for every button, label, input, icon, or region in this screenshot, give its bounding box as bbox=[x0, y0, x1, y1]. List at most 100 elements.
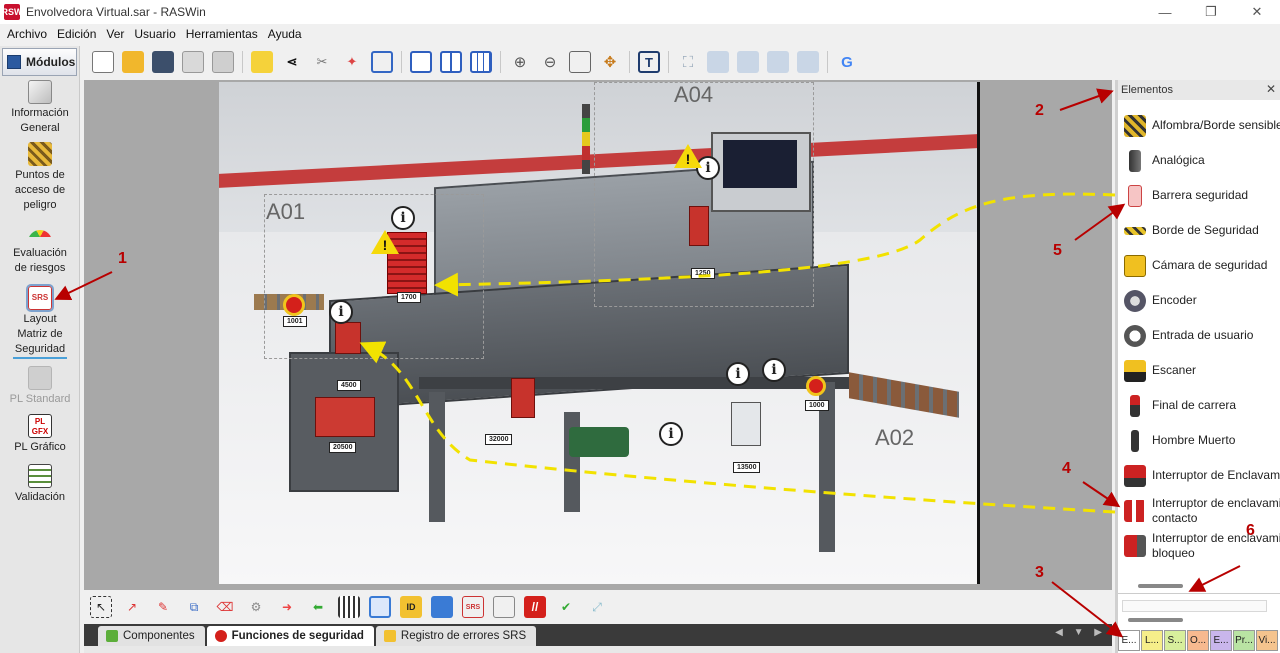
element-encoder[interactable]: Encoder bbox=[1118, 283, 1280, 318]
info-icon[interactable]: i bbox=[391, 206, 415, 230]
delete-logic-icon[interactable]: ⌫ bbox=[214, 596, 236, 618]
element-alfombra[interactable]: Alfombra/Borde sensible bbox=[1118, 108, 1280, 143]
machine-scene[interactable]: A01 A04 A02 1700 1250 1001 4500 20500 32… bbox=[219, 82, 977, 584]
multi-view-icon[interactable] bbox=[470, 51, 492, 73]
zoom-out-icon[interactable]: ⊖ bbox=[539, 51, 561, 73]
element-camara-seguridad[interactable]: Cámara de seguridad bbox=[1118, 248, 1280, 283]
document-icon[interactable] bbox=[493, 596, 515, 618]
elements-horizontal-scrollbar[interactable] bbox=[1138, 584, 1183, 588]
info-icon[interactable]: i bbox=[659, 422, 683, 446]
single-view-icon[interactable] bbox=[410, 51, 432, 73]
tab-componentes[interactable]: Componentes bbox=[98, 626, 205, 646]
palette-tab[interactable]: S... bbox=[1164, 630, 1186, 651]
split-view-icon[interactable] bbox=[440, 51, 462, 73]
safety-relay-device[interactable] bbox=[315, 397, 375, 437]
tools-icon[interactable]: ✂ bbox=[311, 51, 333, 73]
frame-rail bbox=[419, 377, 849, 389]
element-entrada-usuario[interactable]: Entrada de usuario bbox=[1118, 318, 1280, 353]
palette-tab[interactable]: Pr... bbox=[1233, 630, 1255, 651]
report-icon[interactable] bbox=[431, 596, 453, 618]
element-label: Analógica bbox=[1152, 153, 1205, 167]
open-folder-icon[interactable] bbox=[122, 51, 144, 73]
tab-scroll-arrows[interactable]: ◀ ▼ ▶ bbox=[1055, 627, 1106, 638]
copy-logic-icon[interactable]: ⧉ bbox=[183, 596, 205, 618]
info-icon[interactable]: i bbox=[329, 300, 353, 324]
element-barrera-seguridad[interactable]: Barrera seguridad bbox=[1118, 178, 1280, 213]
restore-button[interactable]: ❐ bbox=[1188, 0, 1234, 24]
elements-title: Elementos bbox=[1121, 84, 1173, 96]
srs-layout-icon: SRS bbox=[26, 284, 54, 312]
close-icon[interactable]: ✕ bbox=[1266, 82, 1276, 96]
guardlock-device[interactable] bbox=[511, 378, 535, 418]
align-top-icon bbox=[767, 51, 789, 73]
close-button[interactable]: ✕ bbox=[1234, 0, 1280, 24]
module-pl-grafico[interactable]: PL GFX PL Gráfico bbox=[0, 414, 80, 455]
paste-icon[interactable] bbox=[212, 51, 234, 73]
select-arrow-icon[interactable]: ↖ bbox=[90, 596, 112, 618]
elements-search-box[interactable] bbox=[1122, 600, 1267, 612]
grid-snap-icon[interactable] bbox=[369, 596, 391, 618]
palette-scrollbar[interactable] bbox=[1128, 618, 1183, 622]
module-validacion[interactable]: Validación bbox=[0, 464, 80, 505]
minimize-button[interactable]: — bbox=[1142, 0, 1188, 24]
menu-edicion[interactable]: Edición bbox=[52, 27, 101, 41]
connect-logic-icon[interactable]: ↗ bbox=[121, 596, 143, 618]
id-tag-icon[interactable]: ID bbox=[400, 596, 422, 618]
menu-usuario[interactable]: Usuario bbox=[129, 27, 180, 41]
copy-icon[interactable] bbox=[182, 51, 204, 73]
palette-tab[interactable]: Vi... bbox=[1256, 630, 1278, 651]
status-strip bbox=[84, 646, 1112, 653]
menu-ayuda[interactable]: Ayuda bbox=[263, 27, 307, 41]
pan-icon[interactable]: ✥ bbox=[599, 51, 621, 73]
menu-archivo[interactable]: Archivo bbox=[2, 27, 52, 41]
palette-tab[interactable]: L... bbox=[1141, 630, 1163, 651]
share-nodes-icon[interactable]: ⋖ bbox=[281, 51, 303, 73]
info-icon[interactable]: i bbox=[726, 362, 750, 386]
encoder-icon bbox=[1124, 289, 1146, 312]
text-tool-icon[interactable]: T bbox=[638, 51, 660, 73]
zoom-fit-icon[interactable] bbox=[569, 51, 591, 73]
palette-tab[interactable]: O... bbox=[1187, 630, 1209, 651]
element-analogica[interactable]: Analógica bbox=[1118, 143, 1280, 178]
element-interruptor-enclavamiento[interactable]: Interruptor de Enclavami bbox=[1118, 458, 1280, 493]
zone-label-a01: A01 bbox=[266, 199, 306, 224]
google-icon[interactable]: G bbox=[836, 51, 858, 73]
element-interruptor-bloqueo[interactable]: Interruptor de enclavami bloqueo bbox=[1118, 528, 1280, 563]
module-puntos-acceso[interactable]: Puntos de acceso de peligro bbox=[0, 142, 80, 213]
element-borde-seguridad[interactable]: Borde de Seguridad bbox=[1118, 213, 1280, 248]
pl-graph-icon: PL GFX bbox=[28, 414, 52, 438]
module-evaluacion-riesgos[interactable]: Evaluación de riesgos bbox=[0, 222, 80, 276]
tab-registro-errores[interactable]: Registro de errores SRS bbox=[375, 626, 537, 646]
palette-tab[interactable]: E... bbox=[1210, 630, 1232, 651]
no-display-icon[interactable] bbox=[371, 51, 393, 73]
element-final-carrera[interactable]: Final de carrera bbox=[1118, 388, 1280, 423]
connect-edit-icon[interactable]: ✎ bbox=[152, 596, 174, 618]
save-icon[interactable] bbox=[152, 51, 174, 73]
checklist-edit-icon[interactable]: ✔ bbox=[555, 596, 577, 618]
module-layout-matriz[interactable]: SRS Layout Matriz de Seguridad bbox=[0, 284, 80, 359]
element-hombre-muerto[interactable]: Hombre Muerto bbox=[1118, 423, 1280, 458]
menu-ver[interactable]: Ver bbox=[101, 27, 129, 41]
grid-icon[interactable] bbox=[338, 596, 360, 618]
srs-icon[interactable]: SRS bbox=[462, 596, 484, 618]
zoom-in-icon[interactable]: ⊕ bbox=[509, 51, 531, 73]
layout-canvas[interactable]: A01 A04 A02 1700 1250 1001 4500 20500 32… bbox=[84, 80, 1112, 590]
element-interruptor-contacto[interactable]: Interruptor de enclavami contacto bbox=[1118, 493, 1280, 528]
modules-header[interactable]: Módulos bbox=[2, 48, 77, 76]
menu-herramientas[interactable]: Herramientas bbox=[181, 27, 263, 41]
drive-device[interactable] bbox=[731, 402, 761, 446]
risk-gauge-icon bbox=[28, 230, 52, 244]
estop-button-right[interactable] bbox=[806, 376, 826, 396]
main-toolbar: ⋖ ✂ ✦ ⊕ ⊖ ✥ T ⛶ G bbox=[84, 46, 1280, 78]
info-icon[interactable]: i bbox=[762, 358, 786, 382]
ras-logo-icon[interactable]: // bbox=[524, 596, 546, 618]
palette-tab[interactable]: E... bbox=[1118, 630, 1140, 651]
note-icon[interactable] bbox=[251, 51, 273, 73]
canvas-page-edge bbox=[977, 82, 980, 584]
machine-leg bbox=[429, 392, 445, 522]
assist-icon[interactable]: ✦ bbox=[341, 51, 363, 73]
tab-funciones-seguridad[interactable]: Funciones de seguridad bbox=[206, 626, 374, 646]
module-informacion-general[interactable]: Información General bbox=[0, 80, 80, 136]
element-escaner[interactable]: Escaner bbox=[1118, 353, 1280, 388]
new-file-icon[interactable] bbox=[92, 51, 114, 73]
